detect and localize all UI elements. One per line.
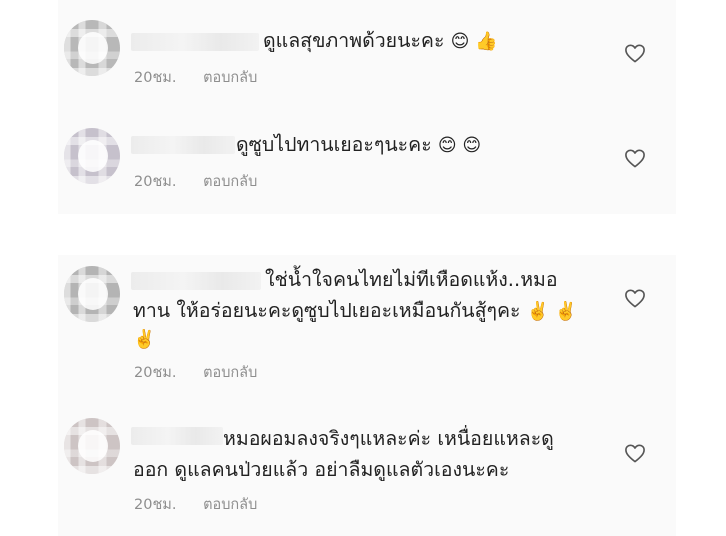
avatar[interactable] — [64, 418, 120, 474]
comment-time: 20ชม. — [134, 497, 177, 513]
username-blurred[interactable] — [131, 272, 261, 290]
comment-meta: 20ชม. ตอบกลับ — [134, 170, 257, 193]
like-heart-icon[interactable] — [624, 443, 646, 463]
comment-text-line2: ทาน ให้อร่อยนะคะดูซูบไปเยอะเหมือนกันสู้ๆ… — [133, 299, 578, 322]
emoji: 😊 👍 — [450, 31, 498, 52]
comment-time: 20ชม. — [134, 70, 177, 86]
comment-meta: 20ชม. ตอบกลับ — [134, 493, 257, 516]
like-heart-icon[interactable] — [624, 288, 646, 308]
comment-time: 20ชม. — [134, 174, 177, 190]
comment-text: ใช่น้ำใจคนไทยไม่ทีเหือดแห้ง..หมอ — [265, 268, 558, 291]
like-heart-icon[interactable] — [624, 148, 646, 168]
comment-text: ดูซูบไปทานเยอะๆนะคะ 😊 😊 — [236, 133, 482, 156]
comment-text-line2: ออก ดูแลคนป่วยแล้ว อย่าลืมดูแลตัวเองนะคะ — [133, 458, 510, 481]
reply-button[interactable]: ตอบกลับ — [203, 493, 257, 516]
username-blurred[interactable] — [131, 427, 223, 445]
avatar[interactable] — [64, 266, 120, 322]
username-blurred[interactable] — [131, 33, 259, 51]
like-heart-icon[interactable] — [624, 43, 646, 63]
reply-button[interactable]: ตอบกลับ — [203, 66, 257, 89]
comment-text: ดูแลสุขภาพด้วยนะคะ 😊 👍 — [263, 29, 498, 52]
emoji: ✌️ ✌️ — [526, 301, 578, 322]
comment-time: 20ชม. — [134, 365, 177, 381]
comment-meta: 20ชม. ตอบกลับ — [134, 361, 257, 384]
emoji: 😊 😊 — [437, 135, 482, 156]
emoji: ✌️ — [133, 329, 156, 350]
avatar[interactable] — [64, 20, 120, 76]
comment-text-line3: ✌️ — [133, 323, 155, 355]
reply-button[interactable]: ตอบกลับ — [203, 170, 257, 193]
username-blurred[interactable] — [131, 136, 235, 154]
comment-meta: 20ชม. ตอบกลับ — [134, 66, 257, 89]
comment-text: หมอผอมลงจริงๆแหละค่ะ เหนื่อยแหละดู — [223, 427, 554, 450]
avatar[interactable] — [64, 128, 120, 184]
reply-button[interactable]: ตอบกลับ — [203, 361, 257, 384]
